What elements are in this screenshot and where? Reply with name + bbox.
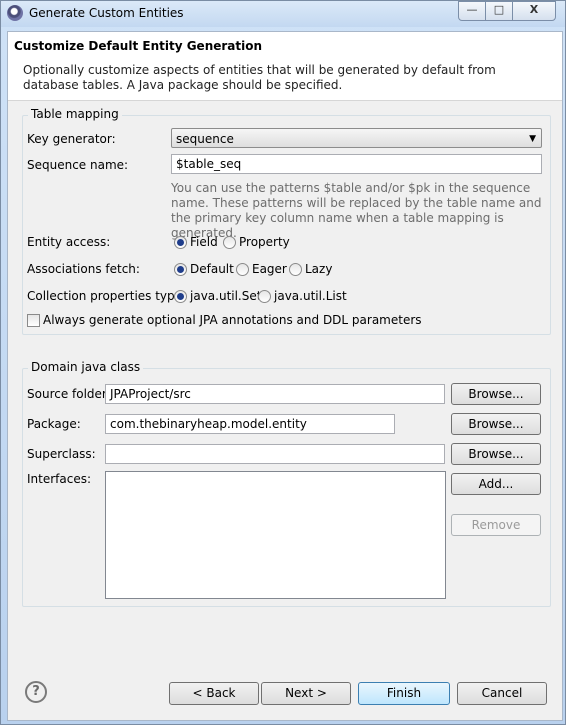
interfaces-label: Interfaces: bbox=[27, 472, 92, 486]
sequence-name-input[interactable]: $table_seq bbox=[171, 154, 542, 174]
fetch-default-radio[interactable] bbox=[174, 263, 187, 276]
add-interface-button[interactable]: Add... bbox=[451, 473, 541, 495]
fetch-eager-radio[interactable] bbox=[236, 263, 249, 276]
finish-button[interactable]: Finish bbox=[358, 682, 450, 705]
maximize-button[interactable]: □ bbox=[485, 1, 513, 21]
entity-access-field-radio[interactable] bbox=[174, 236, 187, 249]
sequence-hint: You can use the patterns $table and/or $… bbox=[171, 181, 542, 240]
domain-class-group: Domain java class Source folder: JPAProj… bbox=[22, 360, 551, 607]
minimize-button[interactable]: — bbox=[458, 1, 486, 21]
table-mapping-group: Table mapping Key generator: sequence ▼ … bbox=[22, 107, 551, 335]
dialog-content: Customize Default Entity Generation Opti… bbox=[7, 31, 563, 721]
title-bar[interactable]: Generate Custom Entities — □ X bbox=[1, 1, 565, 27]
chevron-down-icon: ▼ bbox=[529, 134, 536, 144]
eclipse-icon bbox=[7, 5, 23, 21]
package-browse-button[interactable]: Browse... bbox=[451, 413, 541, 435]
interfaces-list[interactable] bbox=[105, 471, 446, 599]
sequence-name-label: Sequence name: bbox=[27, 158, 129, 172]
remove-interface-button: Remove bbox=[451, 514, 541, 536]
fetch-default-label: Default bbox=[190, 262, 234, 276]
associations-fetch-label: Associations fetch: bbox=[27, 262, 140, 276]
package-input[interactable]: com.thebinaryheap.model.entity bbox=[105, 414, 395, 434]
window-title: Generate Custom Entities bbox=[29, 6, 184, 20]
entity-access-label: Entity access: bbox=[27, 235, 111, 249]
dialog-window: Generate Custom Entities — □ X Customize… bbox=[0, 0, 566, 725]
key-generator-value: sequence bbox=[176, 132, 234, 146]
collection-type-label: Collection properties type: bbox=[27, 289, 187, 303]
package-label: Package: bbox=[27, 417, 81, 431]
page-description: Optionally customize aspects of entities… bbox=[23, 63, 496, 92]
next-button[interactable]: Next > bbox=[261, 682, 351, 705]
superclass-browse-button[interactable]: Browse... bbox=[451, 443, 541, 465]
domain-class-legend: Domain java class bbox=[28, 360, 144, 374]
source-folder-label: Source folder: bbox=[27, 387, 111, 401]
back-button[interactable]: < Back bbox=[169, 682, 259, 705]
superclass-label: Superclass: bbox=[27, 447, 96, 461]
optional-annotations-label: Always generate optional JPA annotations… bbox=[43, 313, 422, 327]
help-icon[interactable]: ? bbox=[25, 681, 47, 703]
source-folder-input[interactable]: JPAProject/src bbox=[105, 384, 445, 404]
collection-set-radio[interactable] bbox=[174, 290, 187, 303]
fetch-eager-label: Eager bbox=[252, 262, 287, 276]
entity-access-field-label: Field bbox=[190, 235, 218, 249]
fetch-lazy-radio[interactable] bbox=[289, 263, 302, 276]
page-title: Customize Default Entity Generation bbox=[14, 39, 263, 53]
entity-access-property-label: Property bbox=[239, 235, 290, 249]
collection-list-label: java.util.List bbox=[274, 289, 347, 303]
collection-set-label: java.util.Set bbox=[190, 289, 262, 303]
collection-list-radio[interactable] bbox=[258, 290, 271, 303]
cancel-button[interactable]: Cancel bbox=[457, 682, 547, 705]
wizard-header: Customize Default Entity Generation Opti… bbox=[8, 32, 562, 101]
key-generator-combo[interactable]: sequence ▼ bbox=[171, 128, 542, 148]
close-button[interactable]: X bbox=[512, 1, 556, 21]
optional-annotations-checkbox[interactable] bbox=[27, 314, 40, 327]
key-generator-label: Key generator: bbox=[27, 132, 116, 146]
entity-access-property-radio[interactable] bbox=[223, 236, 236, 249]
table-mapping-legend: Table mapping bbox=[28, 107, 122, 121]
fetch-lazy-label: Lazy bbox=[305, 262, 333, 276]
superclass-input[interactable] bbox=[105, 444, 445, 464]
source-folder-browse-button[interactable]: Browse... bbox=[451, 383, 541, 405]
